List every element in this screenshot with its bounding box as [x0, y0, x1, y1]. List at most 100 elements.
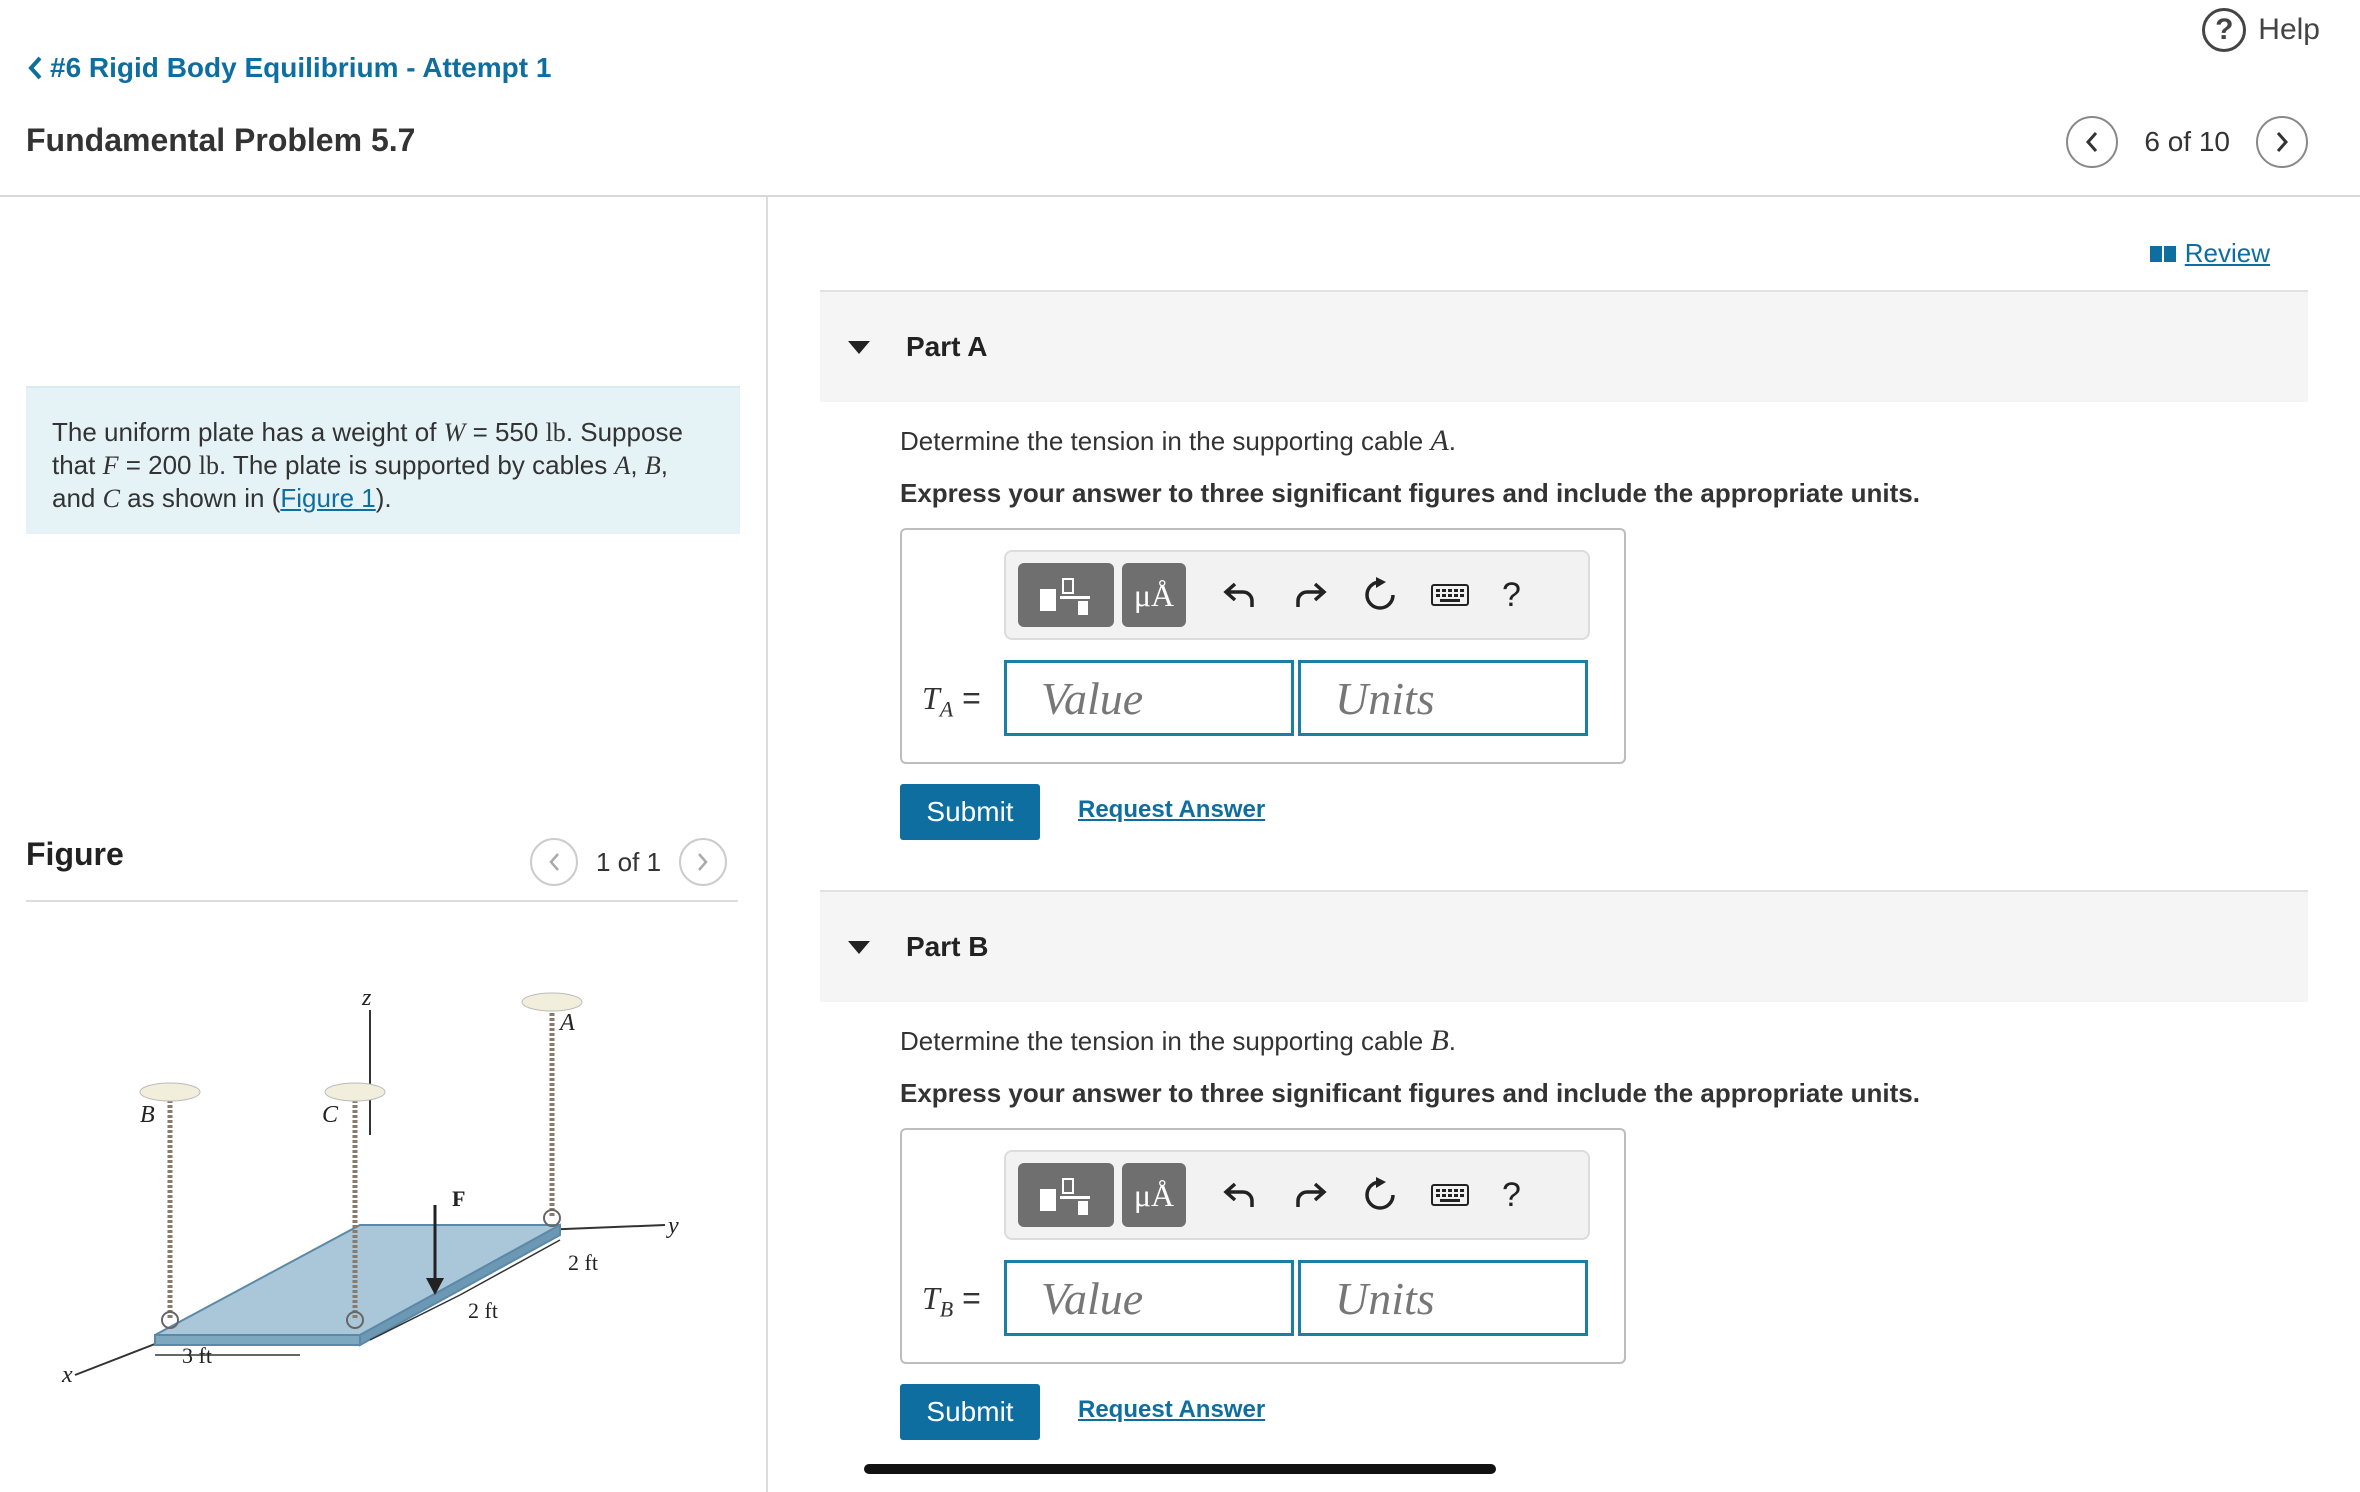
templates-icon	[1040, 578, 1090, 615]
header-divider	[0, 195, 2360, 197]
label-a: A	[558, 1010, 575, 1036]
units-input[interactable]: Units	[1298, 1260, 1588, 1336]
submit-button[interactable]: Submit	[900, 1384, 1040, 1440]
label-f: F	[452, 1186, 465, 1211]
label-b: B	[140, 1102, 155, 1128]
chevron-right-icon	[2276, 132, 2289, 152]
equals-sign: =	[953, 1280, 981, 1316]
redo-icon	[1296, 1182, 1327, 1207]
next-problem-button[interactable]	[2256, 116, 2308, 168]
templates-icon	[1040, 1178, 1090, 1215]
equation-toolbar: μÅ ?	[1004, 1150, 1590, 1240]
keyboard-button[interactable]	[1430, 575, 1470, 615]
review-label: Review	[2184, 238, 2270, 268]
horizontal-scrollbar[interactable]	[864, 1464, 1496, 1474]
part-a-question: Determine the tension in the supporting …	[900, 424, 1456, 458]
chevron-right-icon	[698, 853, 708, 871]
question-text: Determine the tension in the supporting …	[900, 426, 1431, 456]
part-b-title: Part B	[906, 931, 989, 962]
support-b	[139, 1082, 201, 1102]
question-text: Determine the tension in the supporting …	[900, 1026, 1431, 1056]
chevron-left-icon	[2086, 132, 2098, 152]
statement-text: = 200	[118, 450, 199, 480]
reset-button[interactable]	[1360, 1175, 1400, 1215]
undo-icon	[1223, 1182, 1254, 1207]
back-link[interactable]: #6 Rigid Body Equilibrium - Attempt 1	[26, 52, 551, 84]
templates-button[interactable]	[1018, 563, 1114, 627]
help-label: Help	[2258, 13, 2320, 46]
undo-button[interactable]	[1220, 575, 1260, 615]
redo-icon	[1296, 582, 1327, 607]
equation-toolbar: μÅ ?	[1004, 550, 1590, 640]
question-end: .	[1448, 1026, 1456, 1056]
part-b-question: Determine the tension in the supporting …	[900, 1024, 1456, 1058]
keyboard-icon	[1431, 1184, 1469, 1206]
dimension-label: 3 ft	[182, 1343, 212, 1368]
statement-text: = 550	[465, 417, 546, 447]
statement-text: as shown in (	[119, 483, 281, 513]
problem-statement: The uniform plate has a weight of W = 55…	[26, 386, 740, 534]
request-answer-link[interactable]: Request Answer	[1078, 1396, 1265, 1424]
submit-button[interactable]: Submit	[900, 784, 1040, 840]
caret-down-icon	[848, 940, 870, 954]
cable-symbol: A	[1430, 424, 1449, 457]
figure-pager: 1 of 1	[530, 838, 728, 886]
statement-text: ).	[375, 483, 392, 513]
cable-symbol: A	[614, 451, 631, 480]
book-icon	[2149, 245, 2176, 262]
symbols-button[interactable]: μÅ	[1122, 1163, 1186, 1227]
next-figure-button[interactable]	[679, 838, 728, 886]
help-icon: ?	[2202, 8, 2247, 52]
value-input[interactable]: Value	[1004, 660, 1294, 736]
dimension-label: 2 ft	[468, 1298, 498, 1323]
undo-icon	[1223, 582, 1254, 607]
figure-position: 1 of 1	[596, 846, 662, 877]
previous-problem-button[interactable]	[2066, 116, 2119, 168]
label-z: z	[361, 985, 372, 1011]
variable-symbol: T	[922, 680, 940, 716]
part-a-instruction: Express your answer to three significant…	[900, 478, 1920, 508]
part-a-title: Part A	[906, 331, 988, 362]
help-link[interactable]: ? Help	[2202, 8, 2320, 52]
symbols-button[interactable]: μÅ	[1122, 563, 1186, 627]
statement-text: . The plate is supported by cables	[218, 450, 615, 480]
variable-label: TB =	[922, 1280, 981, 1322]
statement-text: ,	[630, 450, 645, 480]
reset-button[interactable]	[1360, 575, 1400, 615]
part-a-header[interactable]: Part A	[820, 290, 2308, 402]
figure-link[interactable]: Figure 1	[280, 483, 375, 513]
value-input[interactable]: Value	[1004, 1260, 1294, 1336]
weight-symbol: W	[443, 418, 466, 447]
templates-button[interactable]	[1018, 1163, 1114, 1227]
problem-position: 6 of 10	[2144, 126, 2230, 157]
units-input[interactable]: Units	[1298, 660, 1588, 736]
variable-label: TA =	[922, 680, 981, 722]
label-y: y	[666, 1213, 679, 1239]
variable-subscript: A	[939, 696, 954, 722]
page-title: Fundamental Problem 5.7	[26, 122, 416, 158]
label-x: x	[61, 1362, 73, 1388]
previous-figure-button[interactable]	[530, 838, 578, 886]
part-b-header[interactable]: Part B	[820, 890, 2308, 1002]
redo-button[interactable]	[1290, 1175, 1330, 1215]
keyboard-button[interactable]	[1430, 1175, 1470, 1215]
chevron-left-icon	[549, 853, 559, 871]
redo-button[interactable]	[1290, 575, 1330, 615]
help-button[interactable]: ?	[1502, 1176, 1521, 1215]
question-end: .	[1448, 426, 1456, 456]
force-symbol: F	[102, 451, 119, 480]
part-b-answer-box: μÅ ? TB = Value Units	[900, 1128, 1626, 1364]
help-button[interactable]: ?	[1502, 576, 1521, 615]
request-answer-link[interactable]: Request Answer	[1078, 796, 1265, 824]
review-link[interactable]: Review	[2149, 238, 2270, 269]
assignment-title: #6 Rigid Body Equilibrium - Attempt 1	[50, 52, 552, 83]
x-axis	[74, 1341, 161, 1376]
column-divider	[766, 197, 768, 1492]
chevron-left-icon	[28, 56, 42, 80]
undo-button[interactable]	[1220, 1175, 1260, 1215]
figure-divider	[26, 900, 738, 902]
variable-subscript: B	[939, 1296, 954, 1322]
support-c	[324, 1082, 386, 1102]
problem-pager: 6 of 10	[2066, 116, 2308, 168]
support-a	[521, 992, 583, 1012]
